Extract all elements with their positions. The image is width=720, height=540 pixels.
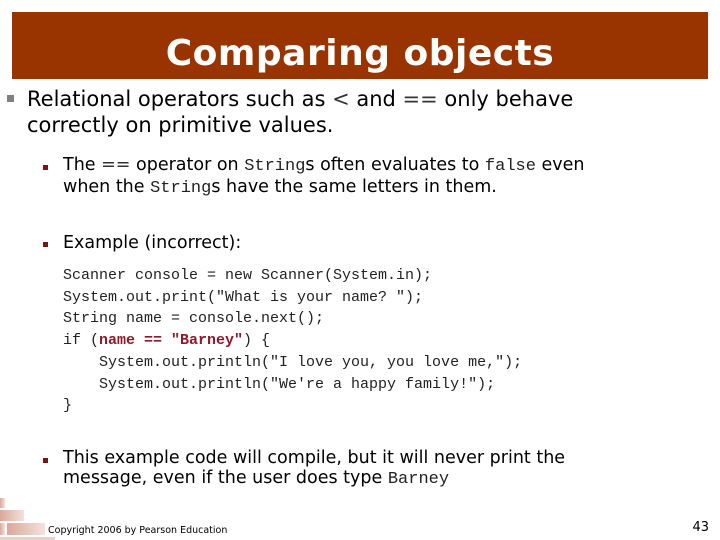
less-than-operator: < — [332, 87, 350, 111]
code-line: if ( — [63, 332, 100, 350]
bullet-text: and — [349, 87, 403, 111]
code-line: ) { — [243, 332, 271, 350]
bullet-text: Relational operators such as — [27, 87, 333, 111]
code-barney: Barney — [387, 470, 450, 489]
code-line: Scanner console = new Scanner(System.in)… — [63, 267, 433, 284]
code-line: } — [63, 397, 73, 415]
slide-title-bar: Comparing objects — [12, 12, 708, 79]
code-line: System.out.println("We're a happy family… — [63, 375, 496, 393]
bullet-text: even — [535, 155, 585, 175]
sub-bullet-equality-strings: The == operator on Strings often evaluat… — [63, 155, 703, 199]
bullet-text: Example (incorrect): — [63, 233, 242, 253]
bullet-text: when the — [63, 177, 151, 197]
bullet-text: The — [63, 155, 102, 175]
bullet-text: message, even if the user does type — [63, 468, 388, 488]
equality-operator: == — [402, 87, 438, 111]
sub-bullet-compile-note: This example code will compile, but it w… — [63, 448, 703, 490]
sub-bullet-square-icon — [43, 458, 48, 463]
code-false: false — [484, 157, 536, 176]
code-line: System.out.print("What is your name? "); — [63, 288, 424, 306]
sub-bullet-square-icon — [43, 242, 48, 247]
bullet-relational-operators: Relational operators such as < and == on… — [27, 86, 697, 138]
bullet-text: only behave — [437, 87, 574, 111]
slide-title: Comparing objects — [165, 33, 555, 74]
code-line: String name = console.next(); — [63, 310, 325, 328]
footer-copyright: Copyright 2006 by Pearson Education — [48, 525, 228, 536]
sub-bullet-example-label: Example (incorrect): — [63, 233, 703, 253]
brick — [0, 523, 5, 535]
brick — [7, 523, 45, 535]
bullet-text: operator on — [130, 155, 245, 175]
equality-operator: == — [101, 155, 131, 175]
bullet-text: s often evaluates to — [305, 155, 485, 175]
code-line: System.out.println("I love you, you love… — [63, 353, 523, 371]
code-highlight-comparison: name == "Barney" — [99, 332, 244, 350]
code-string: String — [150, 179, 212, 198]
bullet-text: s have the same letters in them. — [211, 177, 497, 197]
bullet-square-icon — [7, 95, 14, 102]
brick — [0, 510, 24, 521]
slide-page-number: 43 — [692, 520, 709, 535]
bullet-text: This example code will compile, but it w… — [63, 448, 566, 468]
code-string: String — [244, 157, 306, 176]
bullet-text: correctly on primitive values. — [27, 113, 334, 137]
brick — [0, 498, 5, 508]
sub-bullet-square-icon — [43, 165, 48, 170]
code-example: Scanner console = new Scanner(System.in)… — [63, 265, 522, 417]
